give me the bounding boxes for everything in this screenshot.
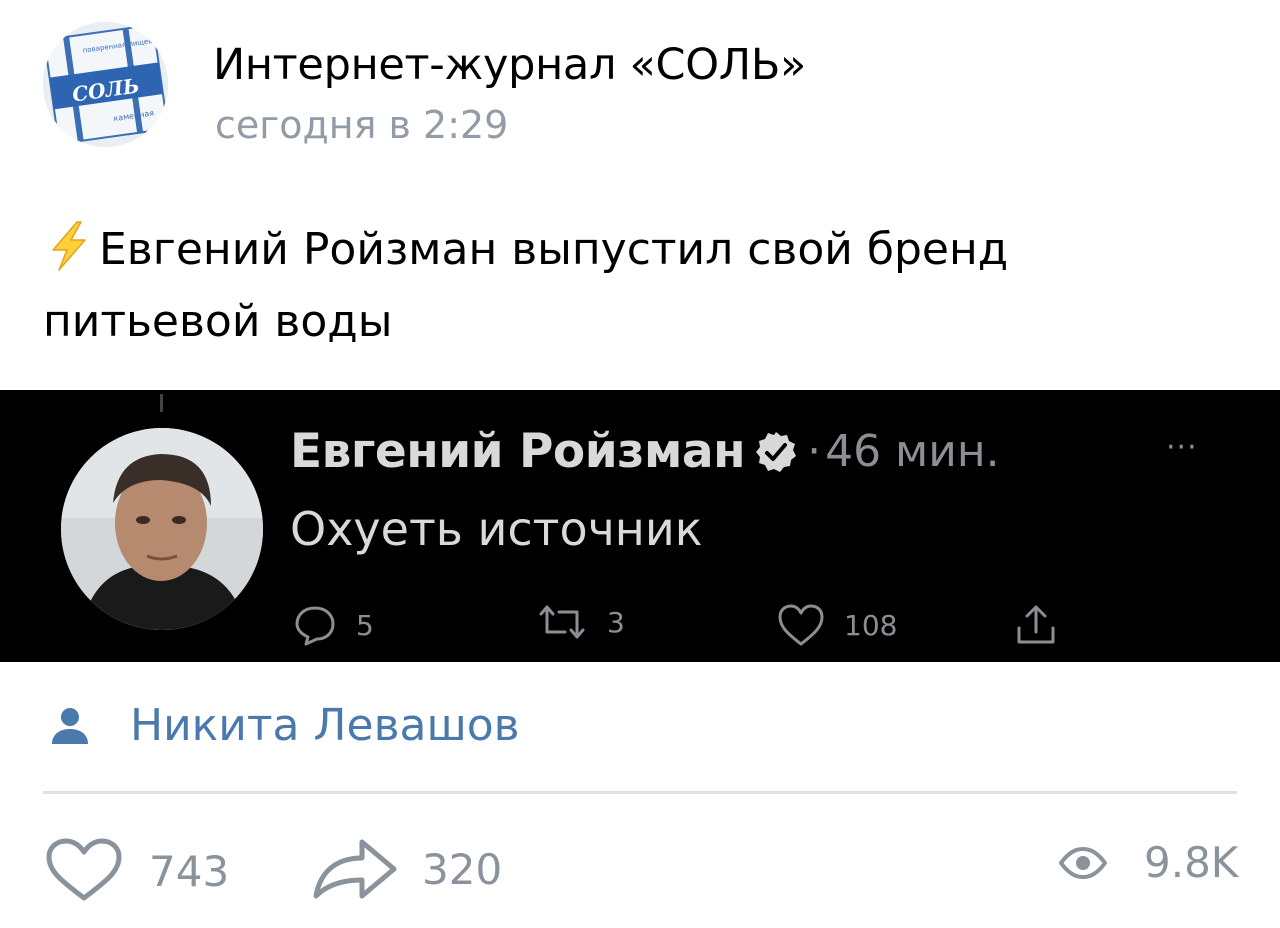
signature-author-name[interactable]: Никита Левашов [130, 700, 520, 751]
tweet-text: Охуеть источник [290, 502, 703, 556]
tweet-retweet[interactable]: 3 [535, 602, 625, 642]
vk-post: СОЛЬ поваренная пищевая каменная Интерне… [0, 0, 1280, 928]
person-photo-icon [61, 428, 263, 630]
tweet-time: 46 мин. [825, 426, 1000, 477]
tweet-like-count: 108 [844, 608, 898, 642]
sol-logo-icon: СОЛЬ поваренная пищевая каменная [43, 22, 168, 147]
post-signature[interactable]: Никита Левашов [50, 700, 520, 751]
tweet-header: Евгений Ройзман · 46 мин. [290, 424, 1000, 479]
retweet-icon [539, 605, 585, 639]
lightning-icon [52, 221, 86, 271]
post-text: Евгений Ройзман выпустил свой бренд пить… [43, 214, 1233, 358]
more-options-icon[interactable]: ··· [1166, 430, 1198, 465]
tweet-author-avatar [61, 428, 263, 630]
tweet-author-name[interactable]: Евгений Ройзман [290, 424, 746, 479]
share-count: 320 [422, 844, 503, 894]
post-time[interactable]: сегодня в 2:29 [215, 103, 508, 147]
group-name[interactable]: Интернет-журнал «СОЛЬ» [213, 40, 806, 90]
views-count: 9.8K [1144, 838, 1239, 887]
heart-icon [46, 838, 122, 901]
views-counter: 9.8K [1058, 838, 1238, 887]
heart-icon [778, 604, 824, 646]
tweet-reply[interactable]: 5 [292, 602, 374, 648]
tweet-like[interactable]: 108 [776, 602, 897, 648]
eye-icon [1059, 846, 1107, 879]
user-icon [52, 707, 88, 744]
reply-icon [295, 606, 335, 646]
share-button[interactable]: 320 [312, 838, 502, 900]
divider [43, 791, 1237, 794]
tweet-reply-count: 5 [356, 608, 374, 642]
tweet-screenshot[interactable]: Евгений Ройзман · 46 мин. ··· Охуеть ист… [0, 390, 1280, 662]
tweet-share[interactable] [1015, 602, 1075, 648]
share-arrow-icon [313, 839, 397, 899]
like-count: 743 [149, 846, 230, 896]
tweet-separator: · [807, 426, 822, 477]
divider [160, 394, 163, 412]
group-avatar[interactable]: СОЛЬ поваренная пищевая каменная [43, 22, 168, 147]
post-text-content: Евгений Ройзман выпустил свой бренд пить… [43, 224, 1009, 347]
like-button[interactable]: 743 [45, 838, 229, 904]
verified-badge-icon [756, 431, 797, 472]
share-icon [1017, 605, 1055, 644]
tweet-retweet-count: 3 [607, 605, 625, 639]
